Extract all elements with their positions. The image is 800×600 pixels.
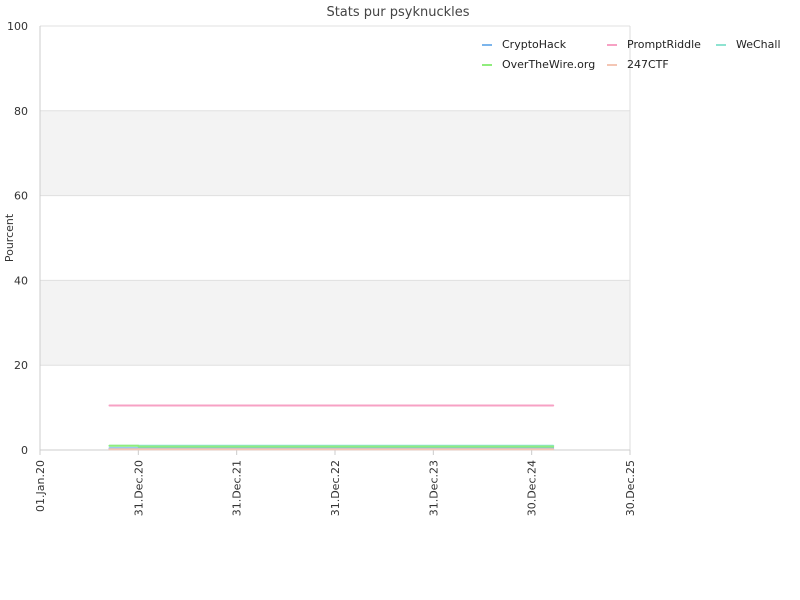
plot-band [40,280,630,366]
axes [39,26,631,455]
y-axis-label: Pourcent [3,213,16,262]
x-tick-label: 30.Dec.24 [526,460,539,516]
y-tick-label: 0 [21,444,28,457]
x-tick-labels: 01.Jan.20 31.Dec.20 31.Dec.21 31.Dec.22 31.D… [34,460,637,516]
x-tick-label: 30.Dec.25 [624,460,637,516]
x-tick-label: 31.Dec.22 [329,460,342,516]
x-tick-label: 01.Jan.20 [34,460,47,512]
y-tick-label: 20 [14,359,28,372]
line-chart: 0 20 40 60 80 100 01.Jan.20 31.Dec.20 31.Dec.21… [3,5,781,516]
plot-bands [40,110,630,366]
plot-band [40,110,630,196]
y-tick-label: 60 [14,190,28,203]
chart-title: Stats pur psyknuckles [326,5,469,20]
legend-item-label: 247CTF [627,58,669,71]
grid-lines [40,25,630,451]
legend: CryptoHack PromptRiddle WeChall OverTheWire… [482,38,781,71]
legend-item-label: PromptRiddle [627,38,701,51]
legend-item-label: OverTheWire.org [502,58,595,71]
x-tick-label: 31.Dec.23 [427,460,440,516]
legend-item-label: WeChall [736,38,781,51]
x-tick-label: 31.Dec.20 [132,460,145,516]
x-tick-label: 31.Dec.21 [231,460,244,516]
series-line-overthewire-org [108,444,555,448]
y-tick-label: 40 [14,274,28,287]
series-lines [108,404,555,451]
y-tick-label: 100 [7,20,28,33]
y-tick-label: 80 [14,105,28,118]
legend-item-label: CryptoHack [502,38,567,51]
